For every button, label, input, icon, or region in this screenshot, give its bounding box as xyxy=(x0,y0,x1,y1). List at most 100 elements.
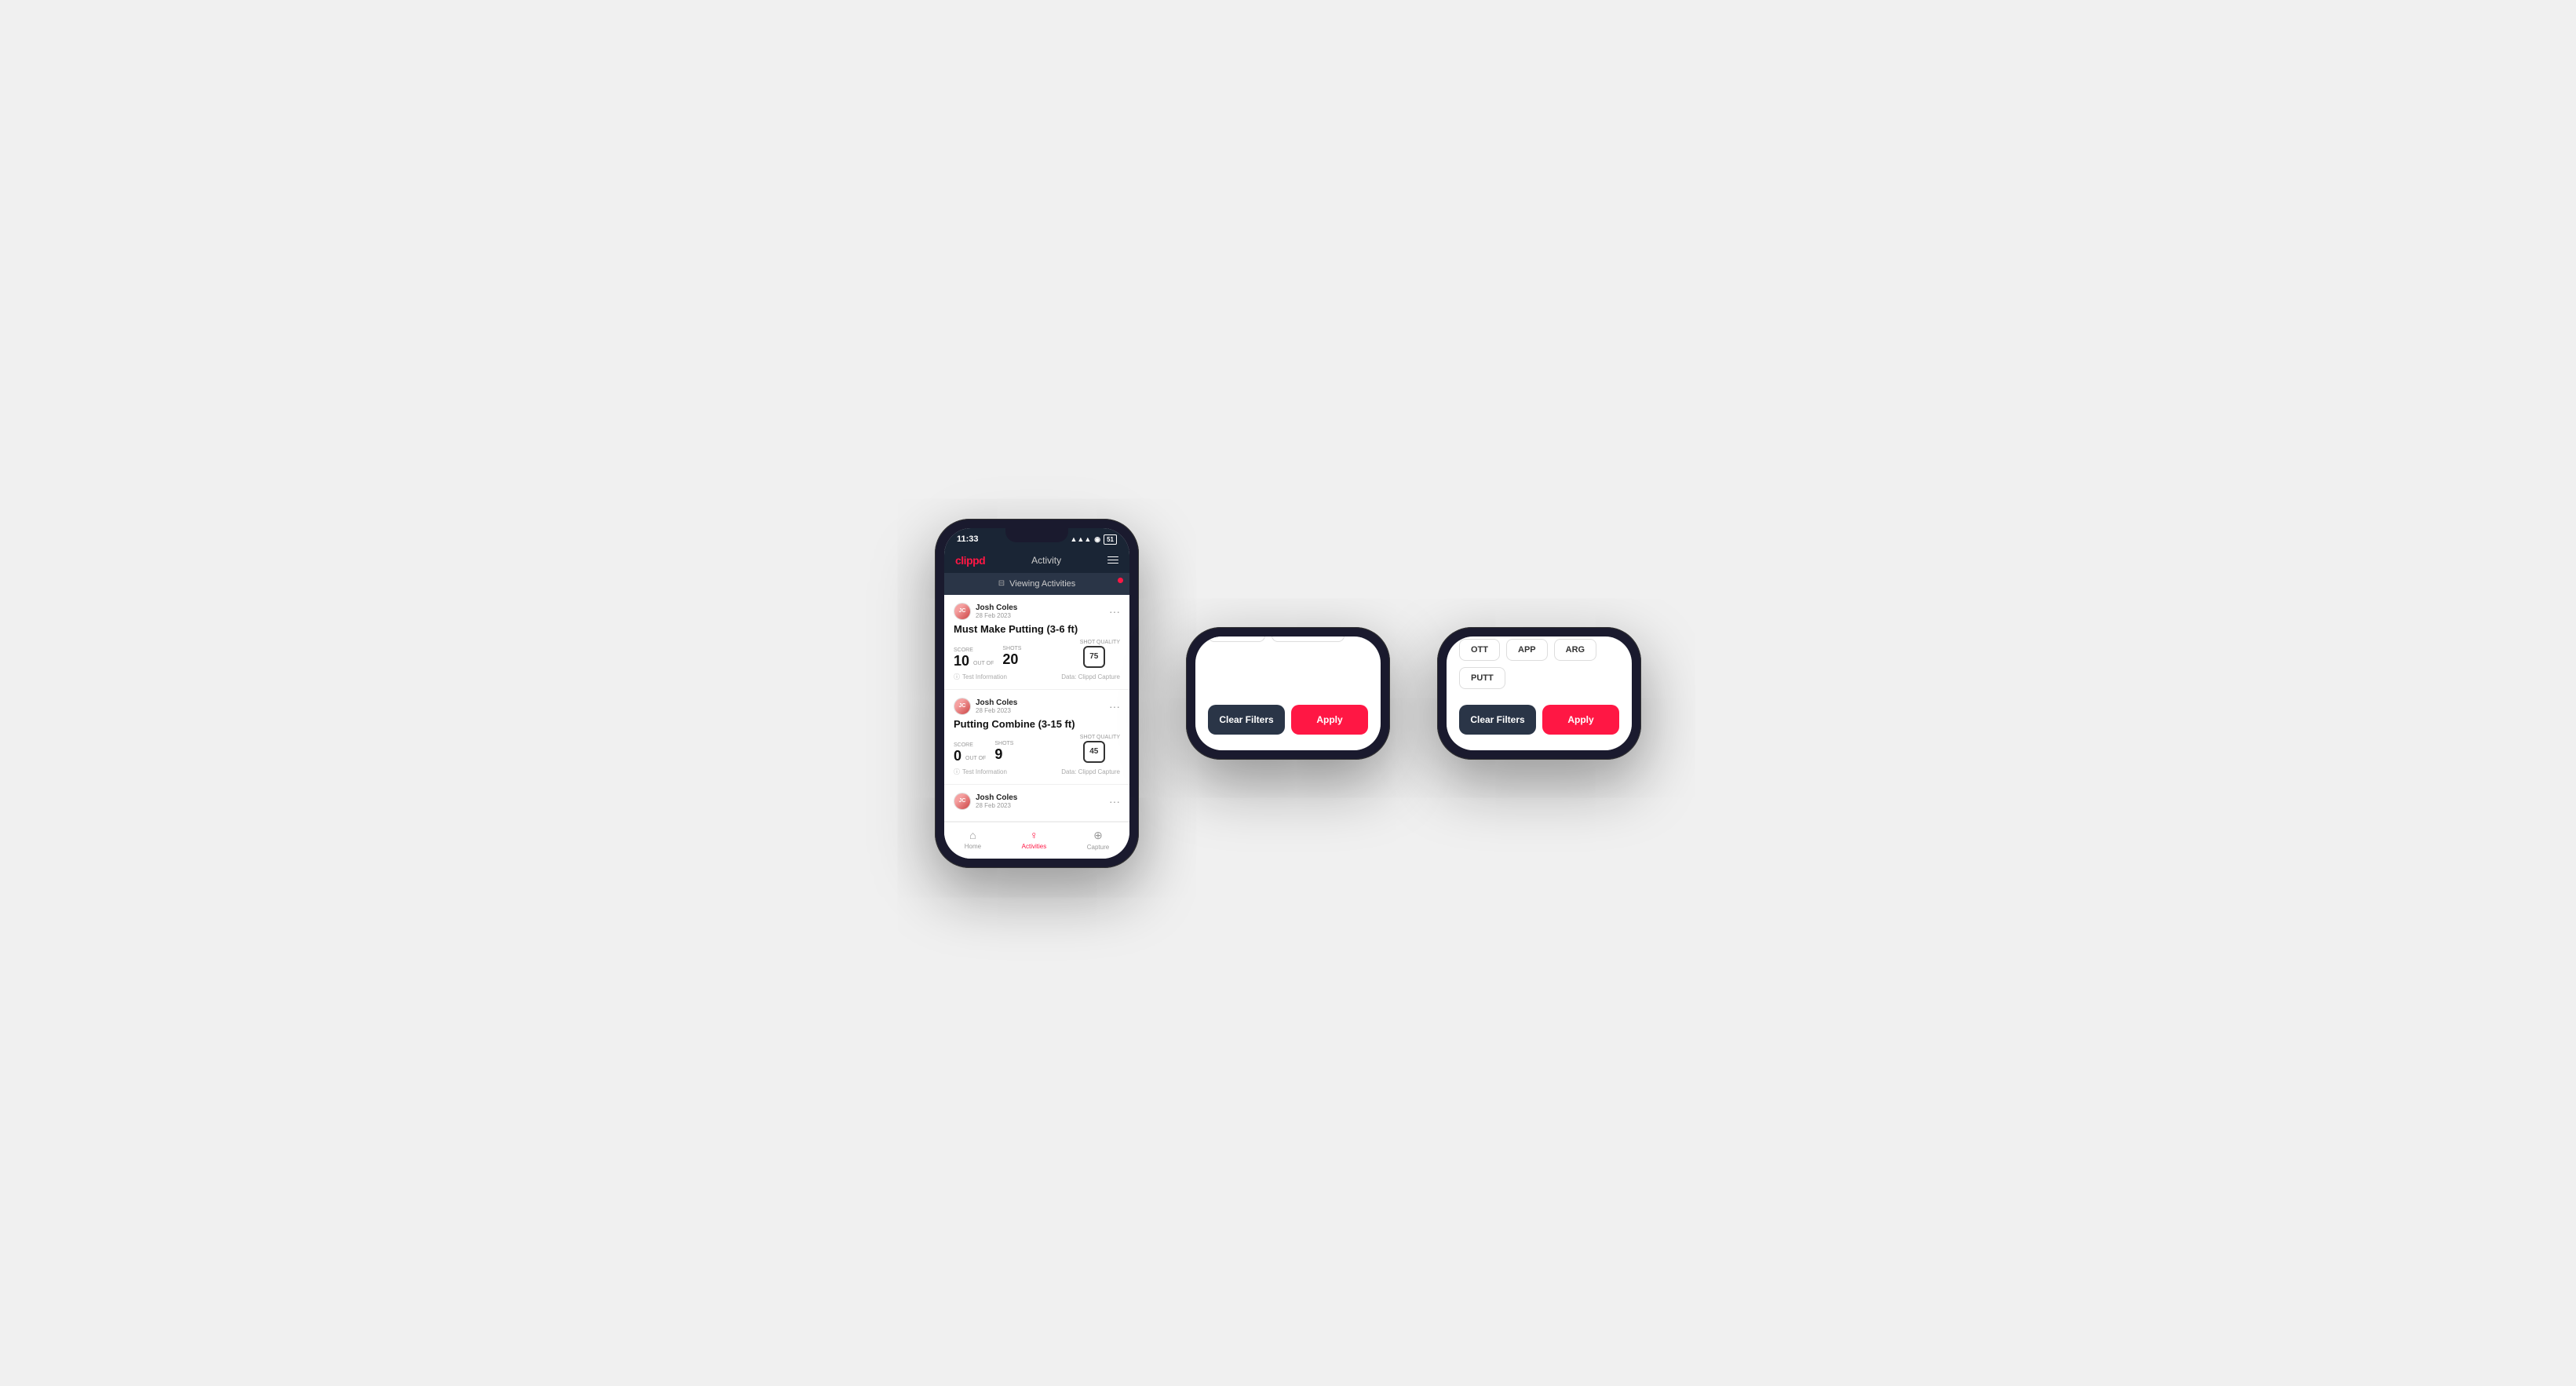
apply-btn-3[interactable]: Apply xyxy=(1542,705,1619,735)
nav-activities-label: Activities xyxy=(1022,843,1047,850)
viewing-bar[interactable]: ⊟ Viewing Activities xyxy=(944,573,1129,595)
phone-1-screen: 11:33 ▲▲▲ ◉ 51 clippd Activity ⊟ xyxy=(944,528,1129,859)
shots-block-2: Shots 9 xyxy=(994,741,1013,763)
hamburger-line-2 xyxy=(1107,560,1118,561)
battery-icon: 51 xyxy=(1104,534,1117,545)
arg-btn-3[interactable]: ARG xyxy=(1554,639,1596,661)
avatar-2: JC xyxy=(954,698,971,715)
filter-modal-2: Filter ✕ Show Rounds Practice Drills Rou… xyxy=(1195,636,1381,750)
avatar-2-img: JC xyxy=(954,698,970,714)
shot-quality-badge-1: 75 xyxy=(1083,646,1105,668)
info-label-1: Test Information xyxy=(962,673,1007,680)
user-date-3: 28 Feb 2023 xyxy=(976,802,1017,809)
shot-quality-badge-2: 45 xyxy=(1083,741,1105,763)
status-time: 11:33 xyxy=(957,534,979,544)
activity-card-1[interactable]: JC Josh Coles 28 Feb 2023 ··· Must Make … xyxy=(944,595,1129,690)
phone-3-screen: 11:33 ▲▲▲ ◉ 51 clippd Activity ⊟ xyxy=(1447,636,1632,750)
apply-btn-2[interactable]: Apply xyxy=(1291,705,1368,735)
rounds-filter-buttons-2: Practice Tournament xyxy=(1208,636,1368,642)
filter-modal-3: Filter ✕ Show Rounds Practice Drills Pra… xyxy=(1447,636,1632,750)
avatar-1-img: JC xyxy=(954,604,970,619)
app-btn-3[interactable]: APP xyxy=(1506,639,1548,661)
nav-capture-label: Capture xyxy=(1087,844,1109,851)
shot-quality-label-1: Shot Quality xyxy=(1080,640,1120,645)
user-details-1: Josh Coles 28 Feb 2023 xyxy=(976,604,1017,619)
card-2-header: JC Josh Coles 28 Feb 2023 ··· xyxy=(954,698,1120,715)
scene: 11:33 ▲▲▲ ◉ 51 clippd Activity ⊟ xyxy=(903,487,1673,899)
score-label-2: Score xyxy=(954,742,988,748)
more-button-2[interactable]: ··· xyxy=(1109,700,1120,713)
test-info-2: ⓘ Test Information xyxy=(954,768,1007,776)
info-icon-2: ⓘ xyxy=(954,768,960,776)
user-name-2: Josh Coles xyxy=(976,698,1017,707)
notch xyxy=(1005,528,1068,542)
activity-list: JC Josh Coles 28 Feb 2023 ··· Must Make … xyxy=(944,595,1129,822)
info-icon-1: ⓘ xyxy=(954,673,960,681)
shot-quality-block-2: Shot Quality 45 xyxy=(1080,735,1120,763)
avatar-3-img: JC xyxy=(954,793,970,809)
nav-home[interactable]: ⌂ Home xyxy=(965,829,981,851)
filter-section-practice-drills-3: Practice Drills OTT APP ARG PUTT xyxy=(1459,636,1619,689)
hamburger-line-1 xyxy=(1107,556,1118,558)
filter-icon: ⊟ xyxy=(998,579,1005,588)
card-3-header: JC Josh Coles 28 Feb 2023 ··· xyxy=(954,793,1120,810)
home-icon: ⌂ xyxy=(969,829,976,841)
phone-1: 11:33 ▲▲▲ ◉ 51 clippd Activity ⊟ xyxy=(935,519,1139,868)
ott-btn-3[interactable]: OTT xyxy=(1459,639,1500,661)
filter-section-rounds-2: Rounds Practice Tournament xyxy=(1208,636,1368,642)
shots-label-1: Shots xyxy=(1002,646,1021,651)
user-date-2: 28 Feb 2023 xyxy=(976,707,1017,714)
data-source-1: Data: Clippd Capture xyxy=(1061,673,1120,680)
data-source-2: Data: Clippd Capture xyxy=(1061,768,1120,775)
clear-filters-btn-3[interactable]: Clear Filters xyxy=(1459,705,1536,735)
shot-quality-block-1: Shot Quality 75 xyxy=(1080,640,1120,668)
activity-card-2[interactable]: JC Josh Coles 28 Feb 2023 ··· Putting Co… xyxy=(944,690,1129,785)
user-details-3: Josh Coles 28 Feb 2023 xyxy=(976,793,1017,809)
phone-2-screen: 11:33 ▲▲▲ ◉ 51 clippd Activity ⊟ xyxy=(1195,636,1381,750)
score-value-1: 10 xyxy=(954,654,969,668)
modal-actions-2: Clear Filters Apply xyxy=(1208,705,1368,735)
logo: clippd xyxy=(955,554,985,567)
shots-value-2: 9 xyxy=(994,746,1002,762)
shots-value-1: 20 xyxy=(1002,651,1018,667)
signal-icon: ▲▲▲ xyxy=(1071,535,1092,543)
nav-activities[interactable]: ♀ Activities xyxy=(1022,829,1047,851)
capture-icon: ⊕ xyxy=(1093,829,1103,842)
avatar-1: JC xyxy=(954,603,971,620)
test-info-1: ⓘ Test Information xyxy=(954,673,1007,681)
score-block-1: Score 10 OUT OF xyxy=(954,647,996,668)
card-1-header: JC Josh Coles 28 Feb 2023 ··· xyxy=(954,603,1120,620)
user-info-2: JC Josh Coles 28 Feb 2023 xyxy=(954,698,1017,715)
nav-capture[interactable]: ⊕ Capture xyxy=(1087,829,1109,851)
viewing-bar-label: Viewing Activities xyxy=(1009,579,1075,589)
phone-2: 11:33 ▲▲▲ ◉ 51 clippd Activity ⊟ xyxy=(1186,627,1390,760)
activity-card-3[interactable]: JC Josh Coles 28 Feb 2023 ··· xyxy=(944,785,1129,822)
status-icons: ▲▲▲ ◉ 51 xyxy=(1071,534,1118,545)
activity-title-2: Putting Combine (3-15 ft) xyxy=(954,718,1120,730)
card-2-footer: ⓘ Test Information Data: Clippd Capture xyxy=(954,768,1120,776)
wifi-icon: ◉ xyxy=(1094,535,1100,544)
activity-title-1: Must Make Putting (3-6 ft) xyxy=(954,623,1120,635)
app-header: clippd Activity xyxy=(944,548,1129,573)
user-details-2: Josh Coles 28 Feb 2023 xyxy=(976,698,1017,714)
activities-icon: ♀ xyxy=(1030,829,1038,841)
shots-label-2: Shots xyxy=(994,741,1013,746)
user-info-1: JC Josh Coles 28 Feb 2023 xyxy=(954,603,1017,620)
tournament-btn-2[interactable]: Tournament xyxy=(1272,636,1345,642)
hamburger-line-3 xyxy=(1107,563,1118,564)
card-1-footer: ⓘ Test Information Data: Clippd Capture xyxy=(954,673,1120,681)
avatar-3: JC xyxy=(954,793,971,810)
shot-quality-label-2: Shot Quality xyxy=(1080,735,1120,740)
filter-dot xyxy=(1118,578,1123,583)
clear-filters-btn-2[interactable]: Clear Filters xyxy=(1208,705,1285,735)
putt-btn-3[interactable]: PUTT xyxy=(1459,667,1505,689)
menu-button[interactable] xyxy=(1107,556,1118,564)
stats-row-1: Score 10 OUT OF Shots 20 Shot Quality xyxy=(954,640,1120,668)
out-of-2: OUT OF xyxy=(965,756,986,763)
more-button-1[interactable]: ··· xyxy=(1109,605,1120,618)
modal-actions-3: Clear Filters Apply xyxy=(1459,705,1619,735)
practice-btn-2[interactable]: Practice xyxy=(1208,636,1265,642)
user-info-3: JC Josh Coles 28 Feb 2023 xyxy=(954,793,1017,810)
score-block-2: Score 0 OUT OF xyxy=(954,742,988,763)
more-button-3[interactable]: ··· xyxy=(1109,795,1120,808)
